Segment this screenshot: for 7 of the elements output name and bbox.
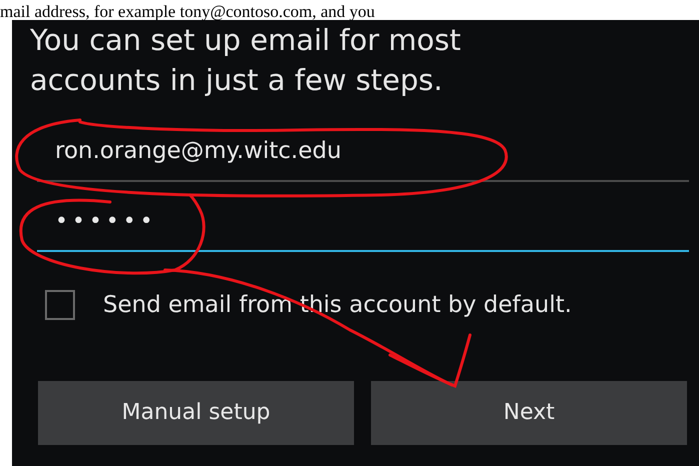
next-button[interactable]: Next [371, 380, 687, 444]
document-text: mail address, for example tony@contoso.com, and you [0, 2, 375, 22]
manual-setup-button[interactable]: Manual setup [38, 380, 354, 444]
checkbox[interactable] [45, 290, 75, 320]
password-field[interactable]: •••••• [37, 194, 689, 252]
heading: You can set up email for most accounts in just a few steps. [30, 22, 462, 99]
email-field[interactable]: ron.orange@my.witc.edu [37, 124, 689, 182]
